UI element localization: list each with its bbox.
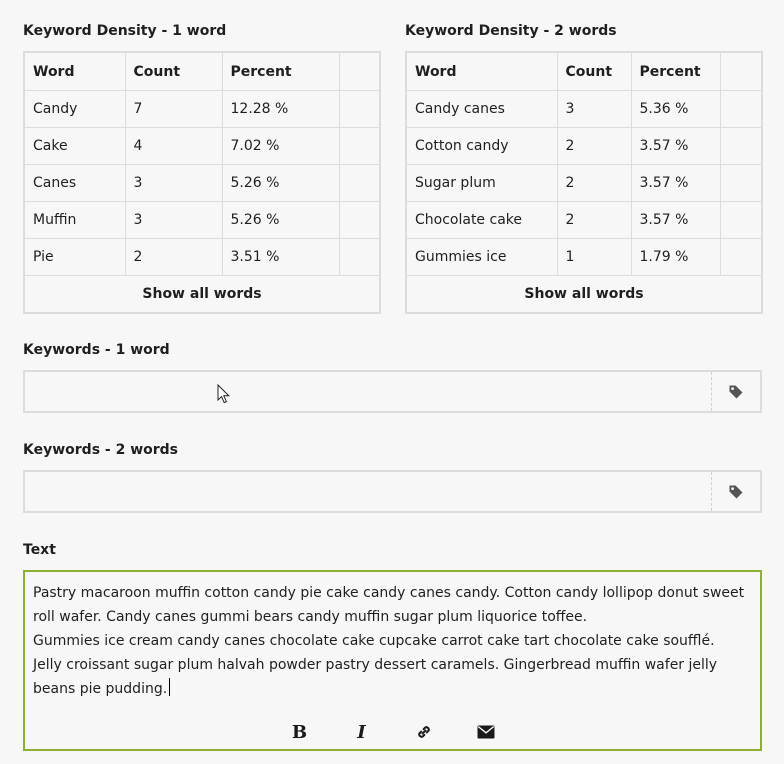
density-one-panel: Word Count Percent Candy 7 12.28 % Cake … [23, 51, 381, 314]
text-paragraph-last: Gummies ice cream candy canes chocolate … [33, 629, 745, 701]
link-button[interactable] [409, 718, 439, 746]
cell-count: 3 [125, 201, 223, 239]
link-icon [417, 726, 430, 738]
keywords-two-tag-button[interactable] [711, 472, 760, 511]
mouse-cursor-icon [217, 384, 231, 404]
cell-word: Gummies ice [407, 238, 558, 276]
cell-word: Cotton candy [407, 127, 558, 165]
column-header-word: Word [25, 53, 126, 91]
cell-percent: 12.28 % [222, 90, 340, 128]
column-header-count: Count [125, 53, 223, 91]
cell-spacer [720, 127, 761, 165]
text-caret [169, 678, 171, 696]
cell-percent: 5.26 % [222, 164, 340, 202]
text-paragraph: Pastry macaroon muffin cotton candy pie … [33, 585, 745, 625]
text-editor[interactable]: Pastry macaroon muffin cotton candy pie … [23, 570, 762, 751]
cell-count: 2 [557, 127, 632, 165]
table-header-row: Word Count Percent [407, 53, 761, 91]
keywords-two-label: Keywords - 2 words [23, 442, 179, 458]
show-all-words-button[interactable]: Show all words [25, 276, 379, 312]
cell-spacer [720, 90, 761, 128]
cell-count: 3 [125, 164, 223, 202]
keywords-one-field [23, 370, 762, 413]
keywords-two-input[interactable] [25, 472, 711, 511]
cell-percent: 3.57 % [631, 201, 721, 239]
keywords-one-label: Keywords - 1 word [23, 342, 170, 358]
email-button[interactable] [471, 718, 501, 746]
cell-count: 1 [557, 238, 632, 276]
column-spacer [339, 53, 379, 91]
italic-button[interactable]: I [347, 718, 377, 746]
column-header-count: Count [557, 53, 632, 91]
tag-icon [729, 485, 743, 498]
table-row: Gummies ice 1 1.79 % [407, 238, 761, 276]
table-row: Sugar plum 2 3.57 % [407, 164, 761, 202]
cell-spacer [339, 127, 379, 165]
cell-word: Candy [25, 90, 126, 128]
cell-word: Pie [25, 238, 126, 276]
column-header-percent: Percent [631, 53, 721, 91]
density-two-panel: Word Count Percent Candy canes 3 5.36 % … [405, 51, 763, 314]
cell-count: 2 [557, 164, 632, 202]
cell-spacer [339, 238, 379, 276]
cell-spacer [339, 164, 379, 202]
cell-percent: 3.51 % [222, 238, 340, 276]
cell-count: 7 [125, 90, 223, 128]
table-row: Muffin 3 5.26 % [25, 201, 379, 239]
cell-spacer [720, 164, 761, 202]
cell-word: Chocolate cake [407, 201, 558, 239]
keywords-two-field [23, 470, 762, 513]
table-row: Candy canes 3 5.36 % [407, 90, 761, 128]
text-label: Text [23, 542, 56, 558]
cell-percent: 5.36 % [631, 90, 721, 128]
envelope-icon [477, 725, 494, 739]
cell-spacer [339, 201, 379, 239]
column-spacer [720, 53, 761, 91]
table-row: Canes 3 5.26 % [25, 164, 379, 202]
show-all-words-button[interactable]: Show all words [407, 276, 761, 312]
density-two-title: Keyword Density - 2 words [405, 23, 617, 39]
table-header-row: Word Count Percent [25, 53, 379, 91]
cell-percent: 5.26 % [222, 201, 340, 239]
table-row: Candy 7 12.28 % [25, 90, 379, 128]
table-row: Cotton candy 2 3.57 % [407, 127, 761, 165]
column-header-word: Word [407, 53, 558, 91]
cell-count: 2 [125, 238, 223, 276]
cell-word: Candy canes [407, 90, 558, 128]
tag-icon [729, 385, 743, 398]
cell-spacer [339, 90, 379, 128]
table-row: Chocolate cake 2 3.57 % [407, 201, 761, 239]
cell-count: 3 [557, 90, 632, 128]
cell-percent: 7.02 % [222, 127, 340, 165]
text-editor-content[interactable]: Pastry macaroon muffin cotton candy pie … [33, 581, 745, 701]
cell-percent: 1.79 % [631, 238, 721, 276]
density-two-table: Word Count Percent Candy canes 3 5.36 % … [407, 53, 761, 276]
cell-word: Canes [25, 164, 126, 202]
cell-word: Muffin [25, 201, 126, 239]
cell-word: Sugar plum [407, 164, 558, 202]
cell-word: Cake [25, 127, 126, 165]
keywords-one-input[interactable] [25, 372, 711, 411]
keywords-one-tag-button[interactable] [711, 372, 760, 411]
cell-percent: 3.57 % [631, 164, 721, 202]
column-header-percent: Percent [222, 53, 340, 91]
bold-button[interactable]: B [285, 718, 315, 746]
density-one-table: Word Count Percent Candy 7 12.28 % Cake … [25, 53, 379, 276]
text-paragraph: Gummies ice cream candy canes chocolate … [33, 633, 718, 697]
cell-percent: 3.57 % [631, 127, 721, 165]
cell-spacer [720, 238, 761, 276]
cell-count: 2 [557, 201, 632, 239]
table-row: Cake 4 7.02 % [25, 127, 379, 165]
cell-count: 4 [125, 127, 223, 165]
density-one-title: Keyword Density - 1 word [23, 23, 227, 39]
cell-spacer [720, 201, 761, 239]
editor-toolbar: B I [25, 718, 760, 746]
table-row: Pie 2 3.51 % [25, 238, 379, 276]
